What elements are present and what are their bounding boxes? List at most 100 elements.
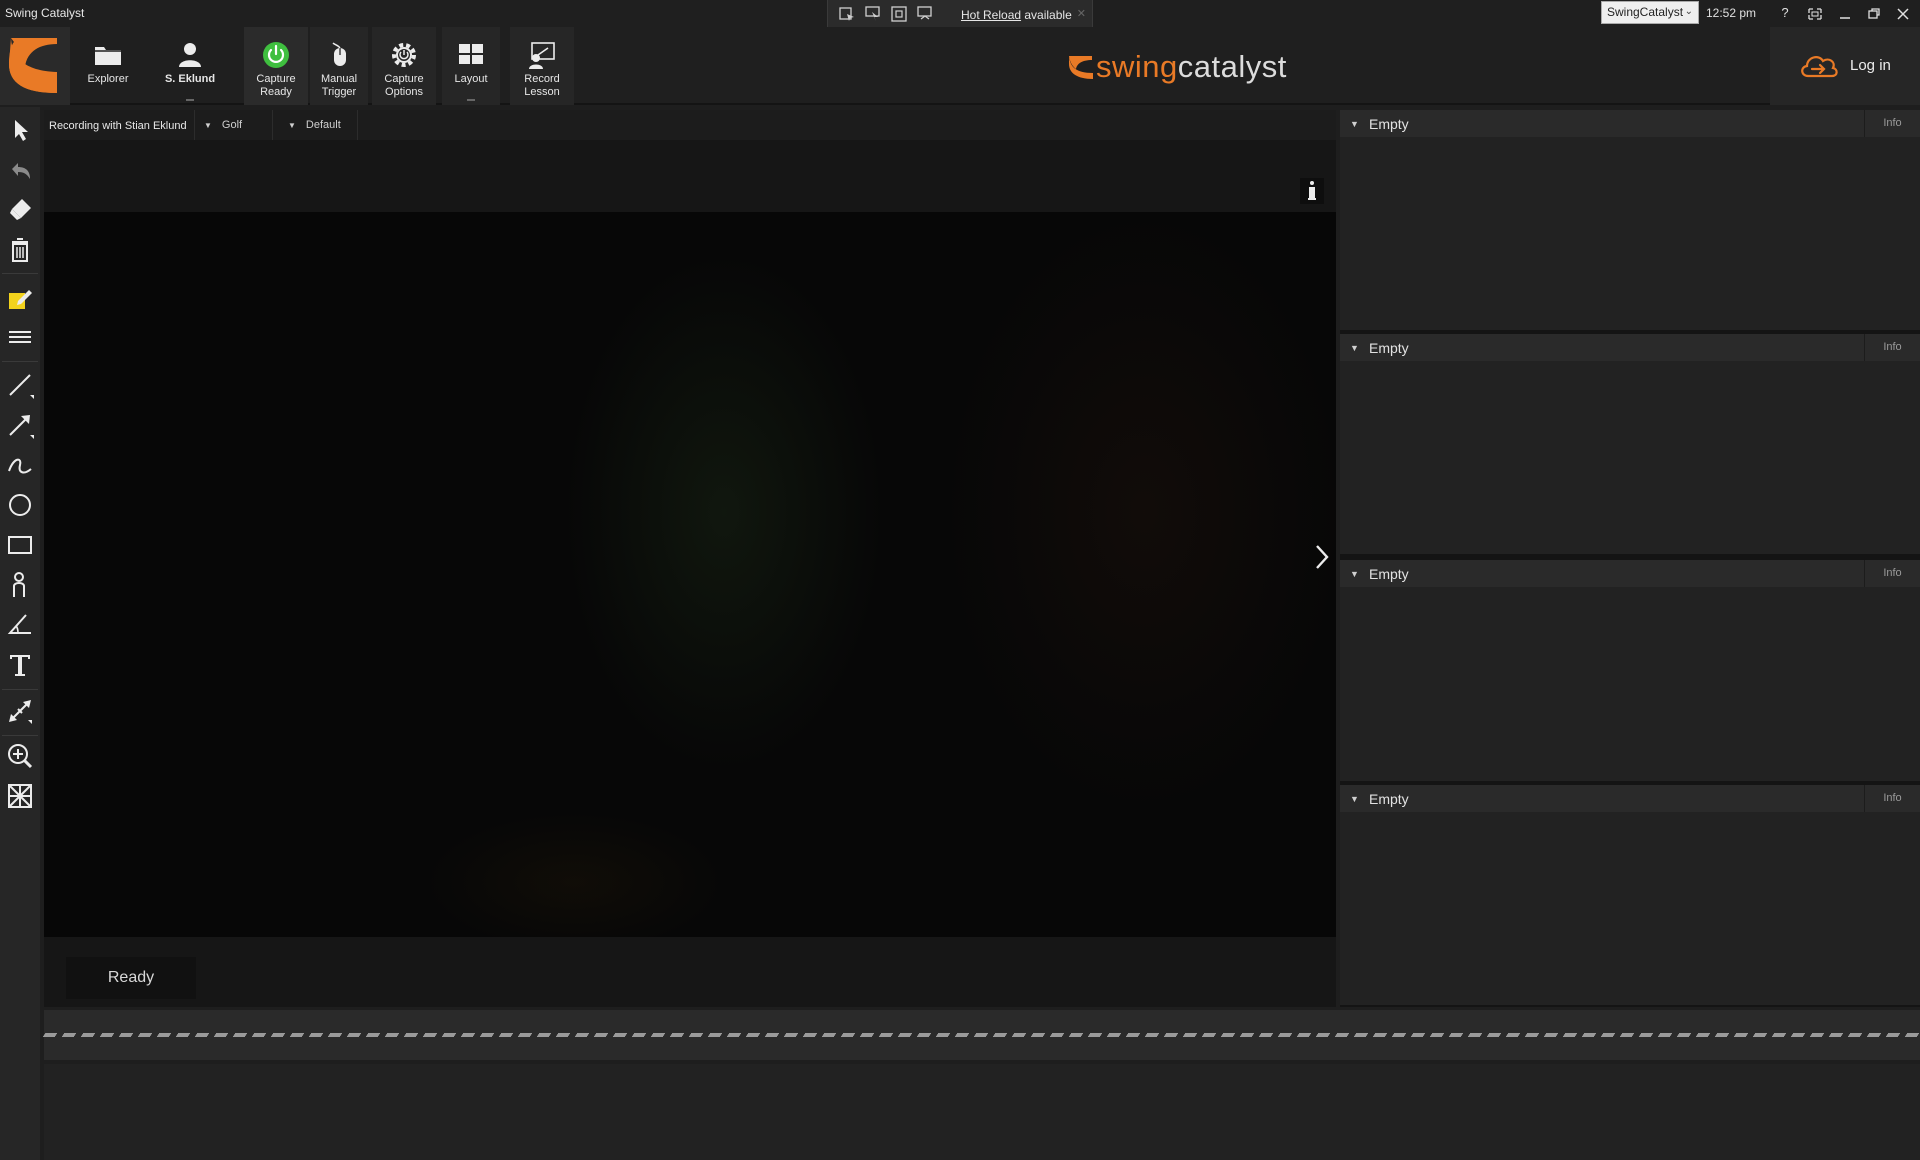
restore-icon[interactable] <box>1863 4 1885 24</box>
folder-icon <box>95 47 121 65</box>
fullscreen-icon[interactable] <box>1804 4 1826 24</box>
user-dropdown-indicator <box>186 99 194 101</box>
caret-down-icon[interactable]: ▼ <box>1350 343 1359 353</box>
explorer-label: Explorer <box>87 73 129 85</box>
body-angle-tool[interactable] <box>4 569 36 601</box>
video-letterbox-top <box>44 140 1336 212</box>
rectangle-tool[interactable] <box>4 529 36 561</box>
app-logo[interactable] <box>0 27 70 105</box>
layout-grid-icon <box>459 44 483 64</box>
record-lesson-icon <box>529 42 555 69</box>
swingcatalyst-logo-icon <box>9 38 57 93</box>
explorer-button[interactable]: Explorer <box>80 27 136 105</box>
feed-shade <box>564 252 884 772</box>
help-button[interactable]: ? <box>1774 5 1796 25</box>
header-divider <box>272 110 273 140</box>
body-icon <box>13 572 25 597</box>
zoom-tool[interactable] <box>4 740 36 772</box>
hot-reload-close-icon[interactable]: ✕ <box>1077 7 1086 20</box>
camera-feed[interactable] <box>44 212 1336 937</box>
angle-tool[interactable] <box>4 609 36 641</box>
profile-select-value: SwingCatalyst <box>1607 5 1684 19</box>
panel-header: ▼ Empty Info <box>1340 560 1920 587</box>
video-panel-1[interactable]: ▼ Empty Info <box>1340 110 1920 330</box>
brand-wordmark: swingcatalyst <box>1096 49 1287 84</box>
panel-title: Empty <box>1369 791 1409 807</box>
video-letterbox-bottom: Ready <box>44 937 1336 1007</box>
eraser-icon <box>10 199 31 220</box>
capture-options-button[interactable]: Capture Options <box>372 27 436 105</box>
minimize-icon[interactable] <box>1834 4 1856 24</box>
brand-mark-icon <box>1069 56 1093 79</box>
video-panels: ▼ Empty Info ▼ Empty Info ▼ Empty Info ▼… <box>1340 110 1920 1007</box>
video-viewer[interactable]: Recording with Stian Eklund ▼ Golf ▼ Defau… <box>44 110 1336 1007</box>
clock: 12:52 pm <box>1706 6 1757 20</box>
panel-info-button[interactable]: Info <box>1864 334 1920 361</box>
panel-header: ▼ Empty Info <box>1340 334 1920 361</box>
power-icon <box>263 42 289 68</box>
eraser-tool[interactable] <box>4 193 36 225</box>
select-element-icon[interactable] <box>838 5 856 23</box>
angle-icon <box>7 614 31 634</box>
toolbar-divider <box>2 273 38 274</box>
arrow-tool[interactable] <box>4 409 36 441</box>
capture-ready-button[interactable]: Capture Ready <box>244 27 308 105</box>
caret-down-icon[interactable]: ▼ <box>1350 119 1359 129</box>
panel-header: ▼ Empty Info <box>1340 110 1920 137</box>
measure-tool[interactable] <box>4 695 36 727</box>
circle-tool[interactable] <box>4 489 36 521</box>
login-button[interactable]: Log in <box>1770 27 1920 105</box>
video-panel-3[interactable]: ▼ Empty Info <box>1340 560 1920 781</box>
record-lesson-button[interactable]: Record Lesson <box>510 27 574 105</box>
grid-tool[interactable] <box>4 780 36 812</box>
trash-icon <box>12 238 28 262</box>
capture-ready-label: Capture Ready <box>256 73 296 98</box>
mouse-icon <box>332 42 346 66</box>
manual-trigger-button[interactable]: Manual Trigger <box>310 27 368 105</box>
user-button[interactable]: S. Eklund <box>158 27 222 105</box>
sport-value: Golf <box>221 119 243 131</box>
drawing-toolbar <box>0 107 40 1160</box>
bottom-panel <box>44 1064 1920 1160</box>
header-divider <box>194 110 195 140</box>
select-arrow-icon <box>15 120 28 141</box>
feed-shade <box>944 212 1336 812</box>
text-tool[interactable] <box>4 649 36 681</box>
select-tool[interactable] <box>4 113 36 145</box>
undo-icon <box>12 163 30 179</box>
timeline[interactable] <box>42 1010 1920 1060</box>
panel-info-button[interactable]: Info <box>1864 785 1920 812</box>
line-icon <box>9 374 34 399</box>
cloud-login-icon <box>1801 56 1838 78</box>
toolbar-divider <box>2 361 38 362</box>
hot-reload-status[interactable]: Hot Reload available <box>961 8 1072 22</box>
track-focus-icon[interactable] <box>890 5 908 23</box>
line-style-tool[interactable] <box>4 321 36 353</box>
capture-options-label: Capture Options <box>384 73 424 98</box>
preset-dropdown[interactable]: ▼ Default <box>288 119 341 131</box>
sport-dropdown[interactable]: ▼ Golf <box>204 119 242 131</box>
measure-icon <box>9 700 32 724</box>
layout-button[interactable]: Layout <box>442 27 500 105</box>
chevron-right-icon[interactable] <box>1313 542 1331 572</box>
display-adorners-icon[interactable] <box>864 5 882 23</box>
panel-info-button[interactable]: Info <box>1864 110 1920 137</box>
caret-down-icon[interactable]: ▼ <box>1350 569 1359 579</box>
line-tool[interactable] <box>4 369 36 401</box>
close-icon[interactable] <box>1892 4 1914 24</box>
grid-icon <box>8 784 32 808</box>
profile-select[interactable]: SwingCatalyst ⌄ <box>1601 1 1699 24</box>
timeline-track[interactable] <box>42 1033 1920 1037</box>
caret-down-icon[interactable]: ▼ <box>1350 794 1359 804</box>
video-panel-2[interactable]: ▼ Empty Info <box>1340 334 1920 554</box>
layout-dropdown-indicator <box>467 99 475 101</box>
note-tool[interactable] <box>4 283 36 315</box>
undo-tool[interactable] <box>4 155 36 187</box>
delete-tool[interactable] <box>4 233 36 265</box>
panel-info-button[interactable]: Info <box>1864 560 1920 587</box>
layout-adorner-icon[interactable] <box>916 5 934 23</box>
device-info-button[interactable] <box>1300 178 1324 204</box>
freehand-tool[interactable] <box>4 449 36 481</box>
caret-down-icon: ▼ <box>288 121 296 130</box>
video-panel-4[interactable]: ▼ Empty Info <box>1340 785 1920 1005</box>
